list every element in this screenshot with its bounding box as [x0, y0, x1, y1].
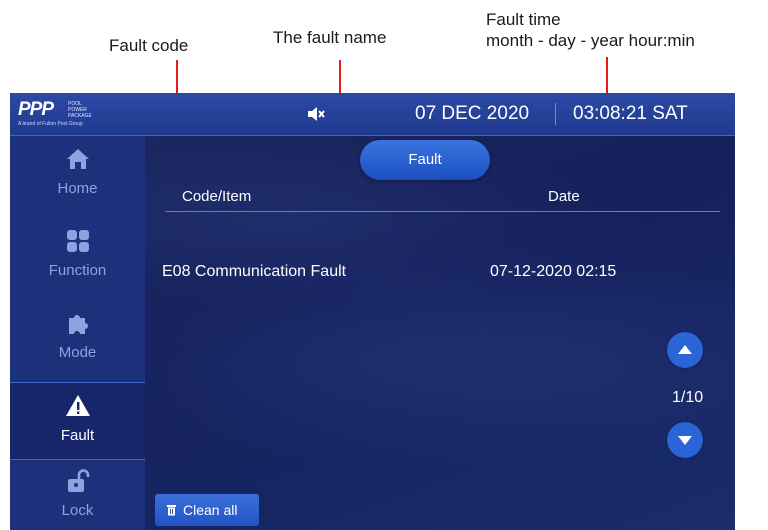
sidebar-item-function[interactable]: Function — [10, 218, 145, 296]
sidebar-item-label: Lock — [61, 502, 94, 519]
header-time: 03:08:21 SAT — [573, 103, 688, 124]
logo-subtitle: A brand of Fulton Pool Group — [18, 121, 83, 127]
header-date: 07 DEC 2020 — [415, 103, 530, 124]
header-divider — [555, 103, 556, 125]
top-bar: PPP POOL POWER PACKAGE A brand of Fulton… — [10, 93, 735, 136]
clean-all-button[interactable]: Clean all — [155, 494, 259, 526]
fault-code-item: E08 Communication Fault — [162, 263, 347, 280]
function-grid-icon — [66, 230, 89, 252]
trash-icon — [167, 505, 176, 516]
chevron-down-icon — [678, 436, 692, 445]
chevron-up-icon — [678, 345, 692, 354]
sidebar-item-label: Mode — [58, 344, 97, 361]
sidebar: Home Function Mode Fault Lock — [10, 136, 145, 530]
clean-all-label: Clean all — [183, 502, 238, 518]
sidebar-item-label: Fault — [60, 427, 95, 444]
page-up-button[interactable] — [667, 332, 703, 368]
annotation-fault-code: Fault code — [109, 36, 189, 55]
page-down-button[interactable] — [667, 422, 703, 458]
annotation-fault-time-format: month - day - year hour:min — [486, 31, 695, 50]
home-icon — [66, 149, 89, 169]
table-row[interactable]: E08 Communication Fault 07-12-2020 02:15 — [162, 263, 722, 285]
brand-logo: PPP POOL POWER PACKAGE A brand of Fulton… — [18, 99, 128, 129]
page-indicator: 1/10 — [672, 389, 704, 406]
sidebar-item-label: Home — [57, 180, 98, 197]
sidebar-item-fault[interactable]: Fault — [10, 382, 145, 460]
logo-wordmark: POOL POWER PACKAGE — [68, 101, 92, 119]
column-header-date: Date — [548, 188, 580, 205]
annotation-fault-name: The fault name — [273, 28, 387, 47]
annotation-fault-time-title: Fault time — [486, 10, 561, 29]
column-header-code: Code/Item — [182, 188, 252, 205]
sidebar-item-mode[interactable]: Mode — [10, 300, 145, 378]
fault-date: 07-12-2020 02:15 — [490, 263, 617, 280]
unlock-icon — [67, 469, 89, 492]
sidebar-item-lock[interactable]: Lock — [10, 462, 145, 530]
puzzle-icon — [68, 315, 88, 334]
fault-panel: Fault Code/Item Date E08 Communication F… — [145, 136, 735, 530]
header-divider-line — [165, 211, 720, 212]
sidebar-item-label: Function — [48, 262, 107, 279]
speaker-mute-icon[interactable] — [306, 105, 326, 123]
warning-icon — [65, 395, 90, 416]
logo-mark: PPP — [18, 99, 54, 120]
sidebar-item-home[interactable]: Home — [10, 136, 145, 214]
tab-fault[interactable]: Fault — [360, 140, 490, 180]
device-screen: PPP POOL POWER PACKAGE A brand of Fulton… — [10, 93, 735, 530]
